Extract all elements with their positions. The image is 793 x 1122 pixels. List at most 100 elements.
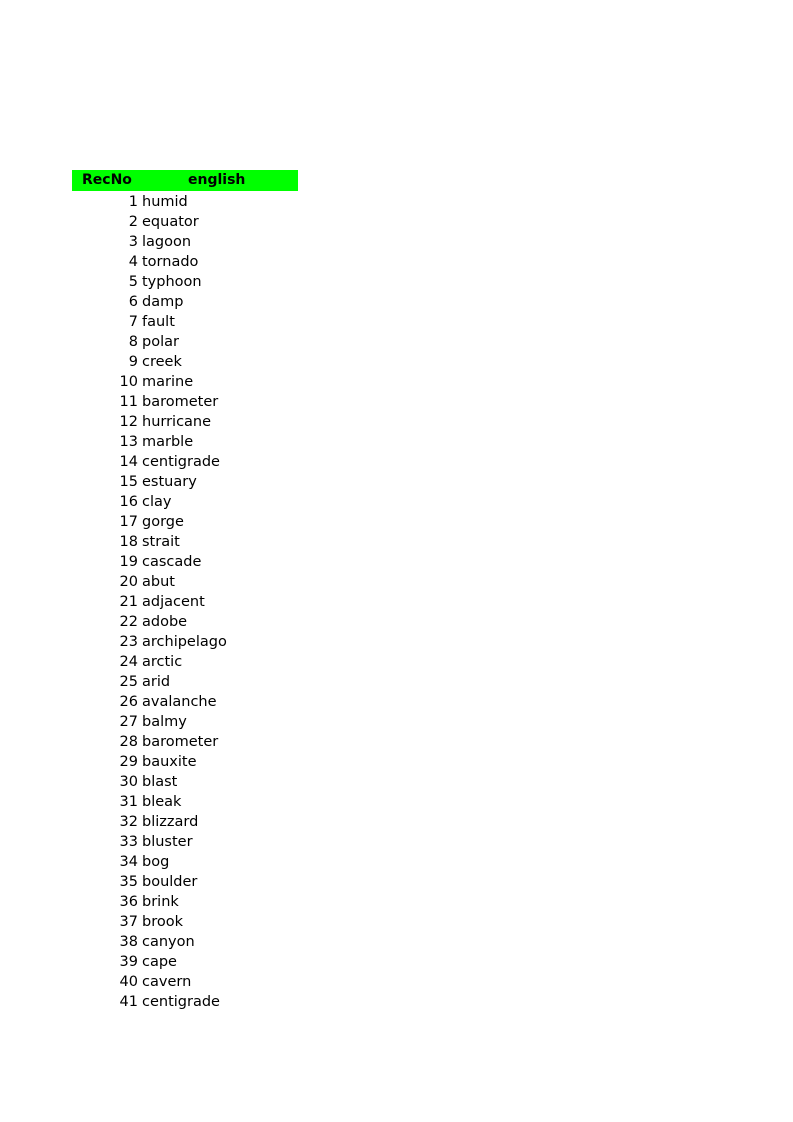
table-row: 9 creek (0, 352, 793, 372)
table-body: 1 humid 2 equator 3 lagoon 4 tornado 5 typhoon 6 da… (0, 192, 793, 1012)
column-header-recno: RecNo (82, 172, 132, 188)
table-row: 35 boulder (0, 872, 793, 892)
cell-english: arid (142, 674, 171, 690)
table-row: 27 balmy (0, 712, 793, 732)
cell-english: creek (142, 354, 182, 370)
cell-english: humid (142, 194, 188, 210)
cell-recno: 15 (119, 474, 138, 490)
table-row: 2 equator (0, 212, 793, 232)
cell-recno: 29 (119, 754, 138, 770)
cell-recno: 37 (119, 914, 138, 930)
cell-english: lagoon (142, 234, 192, 250)
cell-recno: 27 (119, 714, 138, 730)
table-row: 13 marble (0, 432, 793, 452)
cell-english: polar (142, 334, 179, 350)
table-row: 29 bauxite (0, 752, 793, 772)
cell-english: cascade (142, 554, 202, 570)
cell-recno: 31 (119, 794, 138, 810)
cell-english: tornado (142, 254, 199, 270)
table-row: 12 hurricane (0, 412, 793, 432)
table-row: 24 arctic (0, 652, 793, 672)
cell-recno: 36 (119, 894, 138, 910)
cell-english: archipelago (142, 634, 227, 650)
table-row: 39 cape (0, 952, 793, 972)
cell-english: typhoon (142, 274, 202, 290)
cell-recno: 6 (128, 294, 138, 310)
table-row: 11 barometer (0, 392, 793, 412)
table-row: 40 cavern (0, 972, 793, 992)
cell-recno: 38 (119, 934, 138, 950)
cell-english: clay (142, 494, 172, 510)
table-row: 34 bog (0, 852, 793, 872)
table-row: 28 barometer (0, 732, 793, 752)
cell-recno: 34 (119, 854, 138, 870)
cell-recno: 35 (119, 874, 138, 890)
table-row: 6 damp (0, 292, 793, 312)
table-row: 26 avalanche (0, 692, 793, 712)
cell-recno: 16 (119, 494, 138, 510)
cell-recno: 23 (119, 634, 138, 650)
cell-english: marble (142, 434, 194, 450)
cell-english: balmy (142, 714, 187, 730)
table-row: 5 typhoon (0, 272, 793, 292)
table-row: 38 canyon (0, 932, 793, 952)
cell-english: bleak (142, 794, 182, 810)
cell-english: cape (142, 954, 177, 970)
table-row: 37 brook (0, 912, 793, 932)
table-row: 41 centigrade (0, 992, 793, 1012)
cell-recno: 3 (128, 234, 138, 250)
cell-english: abut (142, 574, 175, 590)
table-row: 14 centigrade (0, 452, 793, 472)
table-row: 3 lagoon (0, 232, 793, 252)
table-row: 10 marine (0, 372, 793, 392)
cell-english: barometer (142, 734, 219, 750)
cell-english: fault (142, 314, 175, 330)
cell-recno: 41 (119, 994, 138, 1010)
page-root: 新单词， 记忆看 www.xindanci. RecNo english 1hu… (0, 0, 793, 1122)
table-row: 32 blizzard (0, 812, 793, 832)
table-row: 4 tornado (0, 252, 793, 272)
table-row: 7 fault (0, 312, 793, 332)
cell-english: hurricane (142, 414, 212, 430)
column-header-english: english (188, 172, 246, 188)
table-header-row: RecNo english (72, 170, 298, 191)
cell-english: blizzard (142, 814, 199, 830)
cell-english: barometer (142, 394, 219, 410)
cell-recno: 32 (119, 814, 138, 830)
cell-recno: 24 (119, 654, 138, 670)
table-row: 23 archipelago (0, 632, 793, 652)
cell-english: boulder (142, 874, 198, 890)
cell-english: brook (142, 914, 183, 930)
cell-recno: 12 (119, 414, 138, 430)
cell-recno: 25 (119, 674, 138, 690)
cell-recno: 13 (119, 434, 138, 450)
cell-recno: 5 (128, 274, 138, 290)
table-row: 15 estuary (0, 472, 793, 492)
cell-recno: 9 (128, 354, 138, 370)
table-row: 19 cascade (0, 552, 793, 572)
cell-recno: 39 (119, 954, 138, 970)
cell-recno: 40 (119, 974, 138, 990)
cell-recno: 26 (119, 694, 138, 710)
cell-recno: 8 (128, 334, 138, 350)
cell-recno: 2 (128, 214, 138, 230)
cell-recno: 14 (119, 454, 138, 470)
cell-recno: 18 (119, 534, 138, 550)
cell-english: centigrade (142, 994, 220, 1010)
cell-english: avalanche (142, 694, 217, 710)
table-row: 25 arid (0, 672, 793, 692)
cell-english: cavern (142, 974, 192, 990)
cell-recno: 30 (119, 774, 138, 790)
cell-english: adjacent (142, 594, 205, 610)
table-row: 36 brink (0, 892, 793, 912)
cell-recno: 22 (119, 614, 138, 630)
cell-recno: 11 (119, 394, 138, 410)
cell-recno: 17 (119, 514, 138, 530)
cell-english: marine (142, 374, 194, 390)
cell-english: strait (142, 534, 180, 550)
table-row: 16 clay (0, 492, 793, 512)
cell-english: bluster (142, 834, 193, 850)
cell-english: centigrade (142, 454, 220, 470)
table-row: 1 humid (0, 192, 793, 212)
cell-english: damp (142, 294, 184, 310)
